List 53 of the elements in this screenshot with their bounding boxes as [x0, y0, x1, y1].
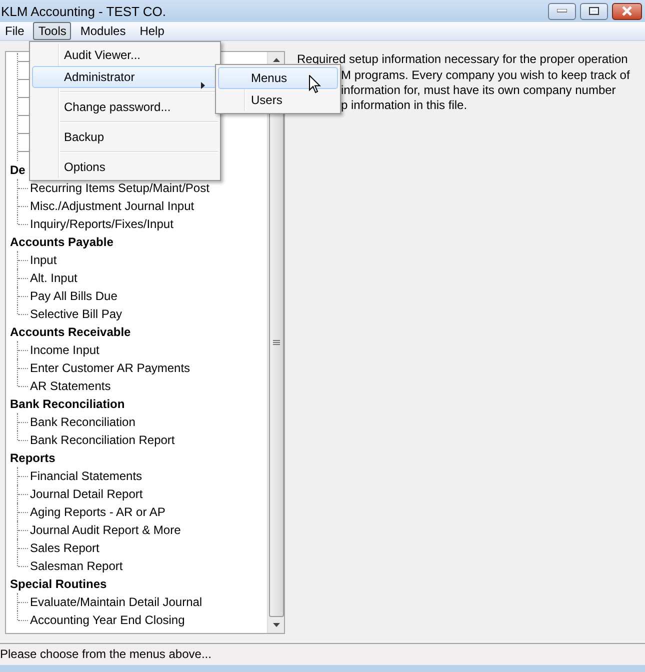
- tree-group-heading: Accounts Receivable: [10, 325, 131, 339]
- close-icon: [621, 6, 633, 16]
- description-line: information for, must have its own company number: [341, 83, 616, 98]
- tree-item[interactable]: Input: [29, 253, 57, 267]
- menu-item[interactable]: File: [0, 22, 30, 40]
- tree-item[interactable]: Salesman Report: [29, 559, 123, 573]
- tree-item[interactable]: Inquiry/Reports/Fixes/Input: [29, 217, 174, 231]
- tree-item[interactable]: Aging Reports - AR or AP: [29, 505, 166, 519]
- scroll-up-icon[interactable]: [272, 58, 280, 62]
- menu-item[interactable]: Backup: [32, 126, 218, 148]
- tree-group-heading: Accounts Payable: [10, 235, 114, 249]
- tree-item[interactable]: AR Statements: [29, 379, 111, 393]
- menu-item[interactable]: Menus: [218, 67, 338, 89]
- menu-item[interactable]: Change password...: [32, 96, 218, 118]
- menu-item[interactable]: Users: [218, 89, 338, 111]
- tree-group-heading: Special Routines: [10, 577, 107, 591]
- description-line: p information in this file.: [341, 98, 468, 113]
- tree-item[interactable]: Journal Audit Report & More: [29, 523, 181, 537]
- minimize-icon: [557, 9, 567, 13]
- tree-group-heading: De: [10, 163, 26, 177]
- tree-item[interactable]: Bank Reconciliation: [29, 415, 136, 429]
- status-text: Please choose from the menus above...: [0, 647, 212, 661]
- tree-item[interactable]: Sales Report: [29, 541, 100, 555]
- tree-item[interactable]: Pay All Bills Due: [29, 289, 118, 303]
- menu-item[interactable]: Tools: [33, 22, 72, 40]
- menu-item[interactable]: Administrator: [32, 66, 218, 88]
- tree-group-heading: Bank Reconciliation: [10, 397, 125, 411]
- mouse-pointer-icon: [309, 75, 321, 94]
- tree-item[interactable]: Alt. Input: [29, 271, 78, 285]
- menu-item[interactable]: Audit Viewer...: [32, 44, 218, 66]
- submenu-arrow-icon: [201, 82, 205, 89]
- tree-item[interactable]: Bank Reconciliation Report: [29, 433, 175, 447]
- tree-item[interactable]: Income Input: [29, 343, 100, 357]
- tree-item[interactable]: Enter Customer AR Payments: [29, 361, 190, 375]
- tree-item[interactable]: Journal Detail Report: [29, 487, 143, 501]
- scroll-down-icon[interactable]: [272, 623, 280, 627]
- tree-item[interactable]: Evaluate/Maintain Detail Journal: [29, 595, 202, 609]
- maximize-icon: [589, 7, 599, 15]
- minimize-button[interactable]: [548, 2, 576, 20]
- window-title: KLM Accounting - TEST CO.: [1, 4, 167, 18]
- menu-item[interactable]: Modules: [75, 22, 131, 40]
- maximize-button[interactable]: [580, 2, 608, 20]
- menu-item[interactable]: Help: [134, 22, 170, 40]
- tree-item[interactable]: Misc./Adjustment Journal Input: [29, 199, 194, 213]
- close-button[interactable]: [612, 2, 642, 20]
- menu-item[interactable]: Options: [32, 156, 218, 178]
- tree-item[interactable]: Recurring Items Setup/Maint/Post: [29, 181, 210, 195]
- description-line: Required setup information necessary for the proper operation: [297, 53, 628, 65]
- tree-item[interactable]: Selective Bill Pay: [29, 307, 122, 321]
- description-line: M programs. Every company you wish to keep track of: [341, 68, 630, 83]
- tree-item[interactable]: Accounting Year End Closing: [29, 613, 185, 627]
- tree-item[interactable]: Financial Statements: [29, 469, 142, 483]
- tree-group-heading: Reports: [10, 451, 56, 465]
